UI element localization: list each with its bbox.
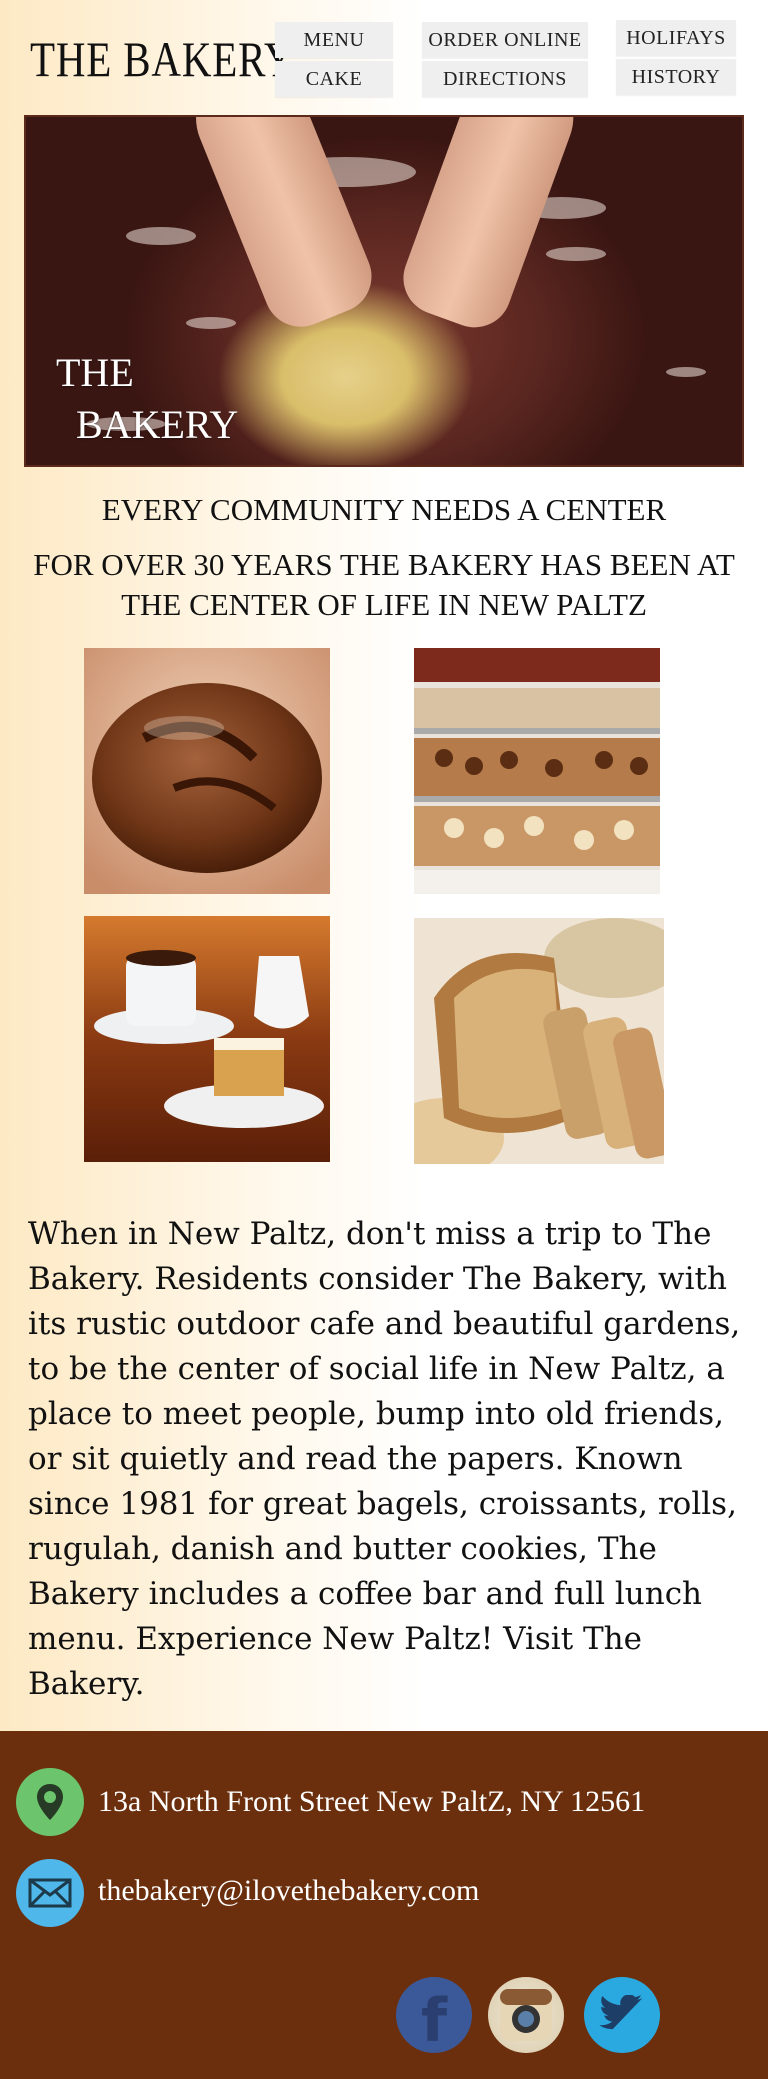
coffee-cake-photo [84, 916, 330, 1162]
bread-loaf-photo [84, 648, 330, 894]
location-pin-icon [16, 1768, 84, 1836]
twitter-icon[interactable] [584, 1977, 660, 2053]
hero-title-line2: BAKERY [76, 402, 239, 447]
sliced-bread-photo [414, 918, 664, 1164]
nav-order-online-button[interactable]: ORDER ONLINE [422, 22, 588, 58]
intro-paragraph: When in New Paltz, don't miss a trip to … [28, 1216, 741, 1702]
mail-icon[interactable] [16, 1859, 84, 1927]
nav-directions-button[interactable]: DIRECTIONS [422, 61, 588, 97]
tagline-heading: EVERY COMMUNITY NEEDS A CENTER [101, 492, 667, 527]
pastry-case-photo [414, 648, 660, 894]
footer: 13a North Front Street New PaltZ, NY 125… [0, 1731, 768, 2079]
footer-address: 13a North Front Street New PaltZ, NY 125… [98, 1785, 646, 1818]
nav-menu-button[interactable]: MENU [275, 22, 393, 58]
hero-title-line1: THE [56, 350, 134, 395]
instagram-icon[interactable] [488, 1977, 564, 2053]
footer-email-link[interactable]: thebakery@ilovethebakery.com [98, 1874, 479, 1908]
facebook-icon[interactable]: f [396, 1977, 472, 2056]
history-heading-line2: THE CENTER OF LIFE IN NEW PALTZ [121, 587, 647, 622]
nav-history-button[interactable]: HISTORY [616, 59, 736, 95]
nav-cake-button[interactable]: CAKE [275, 61, 393, 97]
history-heading-line1: FOR OVER 30 YEARS THE BAKERY HAS BEEN AT [33, 547, 735, 582]
nav-holifays-button[interactable]: HOLIFAYS [616, 20, 736, 56]
hero-banner: THE BAKERY [24, 115, 744, 467]
site-logo[interactable]: THE BAKERY [30, 30, 294, 88]
